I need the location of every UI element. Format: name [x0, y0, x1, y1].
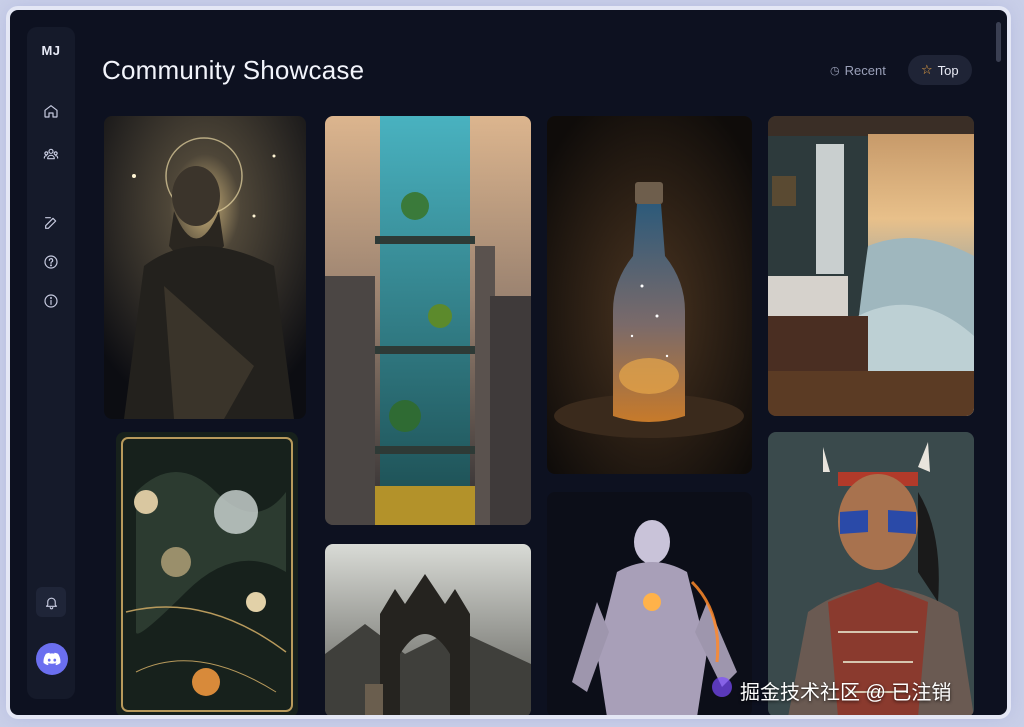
- sort-top-label: Top: [937, 62, 959, 78]
- gallery-item-bottle[interactable]: [547, 116, 752, 474]
- gallery-item-deity[interactable]: [104, 116, 306, 419]
- gallery-item-ocean-bedroom[interactable]: [768, 116, 974, 416]
- gallery-item-ghost-armor[interactable]: [547, 492, 752, 715]
- aquarium-tower-image: [325, 116, 531, 525]
- elder-portrait-image: [768, 432, 974, 715]
- gallery-item-elder-portrait[interactable]: [768, 432, 974, 715]
- bell-icon: [45, 597, 57, 609]
- sidebar-item-home[interactable]: [39, 99, 63, 123]
- app-window: MJ Community Showcase ◷ Recent ☆ Top 掘金技…: [10, 10, 1007, 715]
- home-icon: [44, 105, 58, 118]
- discord-icon: [43, 652, 61, 666]
- discord-button[interactable]: [36, 643, 68, 675]
- sidebar-item-help[interactable]: [39, 250, 63, 274]
- gallery-item-map[interactable]: [116, 432, 298, 715]
- ghost-armor-image: [547, 492, 752, 715]
- help-icon: [44, 255, 58, 269]
- star-icon: ☆: [921, 62, 933, 77]
- sidebar-item-edit[interactable]: [39, 211, 63, 235]
- gothic-arch-image: [325, 544, 531, 715]
- gallery-item-aquarium-tower[interactable]: [325, 116, 531, 525]
- notifications-button[interactable]: [36, 587, 66, 617]
- fantasy-map-image: [116, 432, 298, 715]
- scrollbar[interactable]: [996, 22, 1001, 62]
- info-icon: [44, 294, 58, 308]
- sort-top-button[interactable]: ☆ Top: [908, 55, 972, 85]
- sidebar-item-info[interactable]: [39, 289, 63, 313]
- sidebar-item-community[interactable]: [39, 142, 63, 166]
- sidebar: MJ: [27, 27, 75, 699]
- galaxy-bottle-image: [547, 116, 752, 474]
- community-icon: [43, 148, 59, 160]
- clock-icon: ◷: [830, 64, 840, 77]
- logo[interactable]: MJ: [27, 43, 75, 58]
- sort-recent-label: Recent: [844, 62, 886, 78]
- page-title: Community Showcase: [102, 55, 365, 85]
- deity-statue-image: [104, 116, 306, 419]
- watermark: 掘金技术社区 @ 已注销: [740, 682, 952, 704]
- gallery-item-gothic-arch[interactable]: [325, 544, 531, 715]
- sort-recent-button[interactable]: ◷ Recent: [818, 55, 898, 85]
- edit-icon: [45, 217, 57, 229]
- ocean-bedroom-image: [768, 116, 974, 416]
